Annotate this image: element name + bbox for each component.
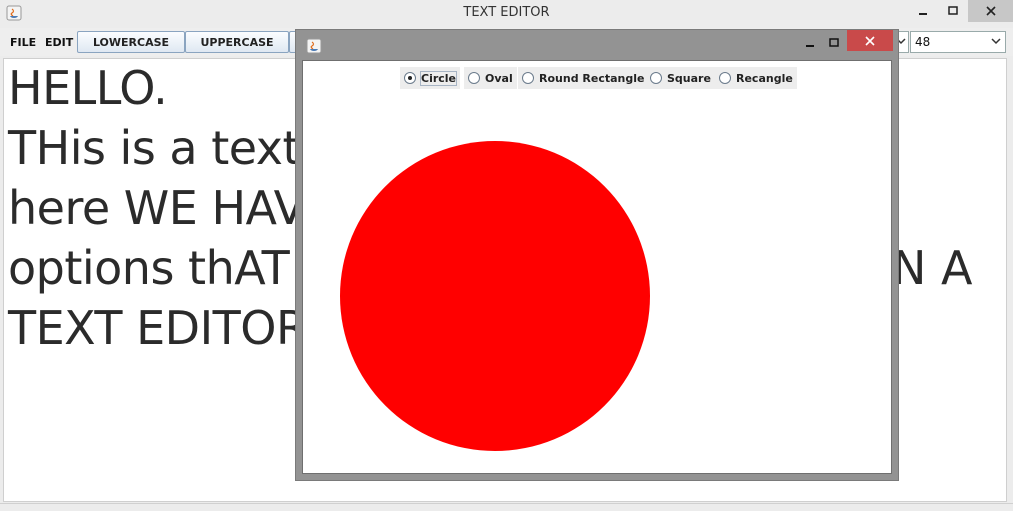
red-circle-shape: [340, 141, 650, 451]
chevron-down-icon: [991, 38, 1001, 45]
minimize-icon: [919, 13, 927, 15]
radio-button[interactable]: [468, 72, 480, 84]
dialog-maximize-button[interactable]: [824, 34, 844, 52]
text-line: THis is a text e: [8, 121, 342, 175]
radio-button[interactable]: [719, 72, 731, 84]
text-line: here WE HAV: [8, 181, 305, 235]
minimize-button[interactable]: [910, 0, 936, 22]
radio-circle[interactable]: Circle: [400, 67, 461, 89]
minimize-icon: [806, 45, 814, 47]
shape-canvas: Circle Oval Round Rectangle Square Recan…: [302, 60, 892, 474]
close-button[interactable]: [968, 0, 1013, 22]
radio-label: Circle: [419, 70, 458, 86]
dialog-title-bar[interactable]: [296, 30, 898, 60]
radio-label: Round Rectangle: [539, 71, 645, 85]
text-line: options thAT: [8, 241, 290, 295]
window-bottom-edge: [0, 503, 1013, 511]
radio-button[interactable]: [522, 72, 534, 84]
font-size-select[interactable]: 48: [910, 31, 1006, 53]
radio-button[interactable]: [650, 72, 662, 84]
close-icon: [985, 6, 996, 16]
radio-round-rectangle[interactable]: Round Rectangle: [518, 67, 649, 89]
lowercase-button[interactable]: LOWERCASE: [77, 31, 185, 53]
text-line-tail: N A: [892, 241, 973, 295]
dialog-minimize-button[interactable]: [800, 34, 820, 52]
uppercase-button[interactable]: UPPERCASE: [185, 31, 289, 53]
text-line: HELLO.: [8, 61, 168, 115]
font-size-value: 48: [915, 35, 931, 49]
maximize-icon: [948, 6, 958, 15]
radio-rectangle[interactable]: Recangle: [715, 67, 797, 89]
window-title: TEXT EDITOR: [463, 5, 550, 20]
close-icon: [865, 35, 875, 46]
radio-square[interactable]: Square: [646, 67, 715, 89]
radio-label: Recangle: [736, 71, 793, 85]
shape-radio-group: Circle Oval Round Rectangle Square Recan…: [303, 67, 891, 91]
menu-edit[interactable]: EDIT: [45, 36, 73, 49]
maximize-icon: [829, 38, 839, 47]
title-bar: TEXT EDITOR: [0, 0, 1013, 28]
text-line: TEXT EDITOR.: [8, 301, 320, 355]
radio-label: Square: [667, 71, 711, 85]
java-app-icon: [306, 38, 322, 54]
radio-oval[interactable]: Oval: [464, 67, 517, 89]
shapes-dialog: Circle Oval Round Rectangle Square Recan…: [295, 29, 899, 481]
radio-label: Oval: [485, 71, 513, 85]
menu-file[interactable]: FILE: [10, 36, 36, 49]
dialog-close-button[interactable]: [847, 30, 893, 51]
radio-button[interactable]: [404, 72, 416, 84]
maximize-button[interactable]: [940, 0, 966, 22]
